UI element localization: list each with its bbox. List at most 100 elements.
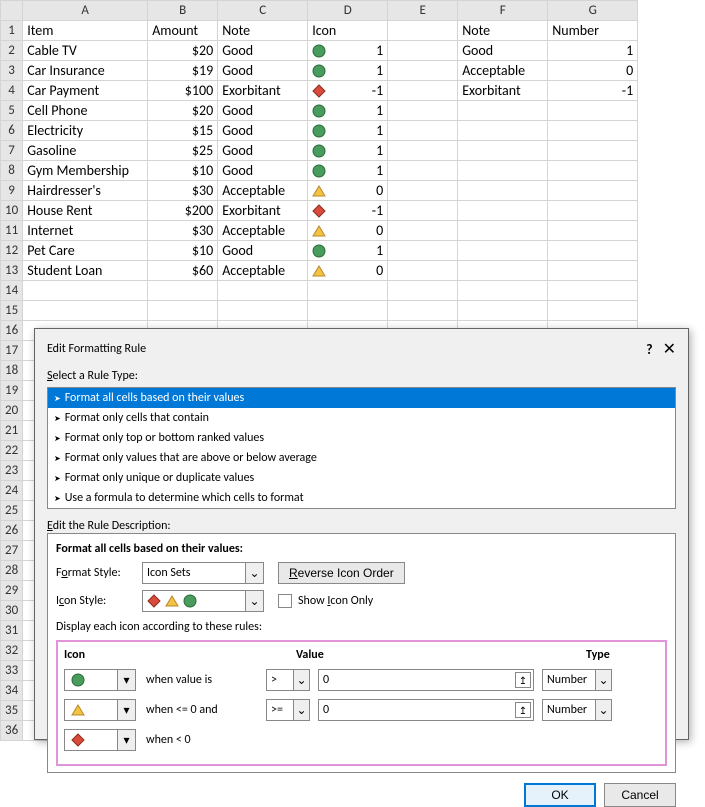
- cell[interactable]: Hairdresser's: [23, 181, 148, 201]
- col-D-header[interactable]: D: [308, 1, 388, 21]
- cell[interactable]: [458, 101, 548, 121]
- cell[interactable]: [388, 181, 458, 201]
- cell[interactable]: 1: [308, 41, 388, 61]
- cell[interactable]: [548, 201, 638, 221]
- cancel-button[interactable]: Cancel: [604, 783, 676, 807]
- row-9-header[interactable]: 9: [1, 181, 23, 201]
- rule-operator-select[interactable]: >=⌄: [266, 699, 310, 721]
- rule-icon-select[interactable]: ▾: [64, 699, 136, 721]
- cell[interactable]: [548, 261, 638, 281]
- cell[interactable]: Good: [218, 121, 308, 141]
- cell[interactable]: Gym Membership: [23, 161, 148, 181]
- cell[interactable]: [458, 241, 548, 261]
- row-17-header[interactable]: 17: [1, 341, 23, 361]
- cell[interactable]: 1: [308, 121, 388, 141]
- cell[interactable]: Electricity: [23, 121, 148, 141]
- rule-type-select[interactable]: Number⌄: [542, 669, 612, 691]
- cell[interactable]: Gasoline: [23, 141, 148, 161]
- rule-type-item[interactable]: Format only values that are above or bel…: [48, 448, 675, 468]
- rule-type-item[interactable]: Format only top or bottom ranked values: [48, 428, 675, 448]
- cell[interactable]: Cable TV: [23, 41, 148, 61]
- cell[interactable]: Acceptable: [458, 61, 548, 81]
- cell[interactable]: [23, 281, 148, 301]
- cell[interactable]: [388, 121, 458, 141]
- cell[interactable]: [458, 121, 548, 141]
- cell[interactable]: [23, 301, 148, 321]
- row-8-header[interactable]: 8: [1, 161, 23, 181]
- col-A-header[interactable]: A: [23, 1, 148, 21]
- cell[interactable]: Acceptable: [218, 181, 308, 201]
- cell[interactable]: [548, 101, 638, 121]
- cell[interactable]: $15: [148, 121, 218, 141]
- rule-type-list[interactable]: Format all cells based on their values F…: [47, 387, 676, 509]
- cell[interactable]: [388, 201, 458, 221]
- cell[interactable]: 1: [548, 41, 638, 61]
- cell[interactable]: $25: [148, 141, 218, 161]
- row-20-header[interactable]: 20: [1, 401, 23, 421]
- col-G-header[interactable]: G: [548, 1, 638, 21]
- row-28-header[interactable]: 28: [1, 561, 23, 581]
- row-14-header[interactable]: 14: [1, 281, 23, 301]
- cell[interactable]: -1: [308, 201, 388, 221]
- rule-type-item[interactable]: Format only unique or duplicate values: [48, 468, 675, 488]
- cell[interactable]: Good: [218, 241, 308, 261]
- close-button[interactable]: ✕: [663, 339, 676, 359]
- row-3-header[interactable]: 3: [1, 61, 23, 81]
- cell[interactable]: 1: [308, 141, 388, 161]
- cell[interactable]: -1: [548, 81, 638, 101]
- cell[interactable]: Acceptable: [218, 221, 308, 241]
- row-31-header[interactable]: 31: [1, 621, 23, 641]
- cell[interactable]: Exorbitant: [218, 81, 308, 101]
- cell[interactable]: [548, 121, 638, 141]
- row-23-header[interactable]: 23: [1, 461, 23, 481]
- cell[interactable]: $30: [148, 221, 218, 241]
- cell[interactable]: [458, 221, 548, 241]
- row-30-header[interactable]: 30: [1, 601, 23, 621]
- cell[interactable]: [148, 301, 218, 321]
- select-all-cell[interactable]: [1, 1, 23, 21]
- cell[interactable]: [548, 161, 638, 181]
- cell[interactable]: $10: [148, 241, 218, 261]
- rule-type-item[interactable]: Format only cells that contain: [48, 408, 675, 428]
- cell[interactable]: Good: [458, 41, 548, 61]
- rule-icon-select[interactable]: ▾: [64, 729, 136, 751]
- row-6-header[interactable]: 6: [1, 121, 23, 141]
- rule-operator-select[interactable]: >⌄: [266, 669, 310, 691]
- cell[interactable]: Note: [218, 21, 308, 41]
- rule-icon-select[interactable]: ▾: [64, 669, 136, 691]
- cell[interactable]: [388, 221, 458, 241]
- cell[interactable]: House Rent: [23, 201, 148, 221]
- cell[interactable]: [548, 141, 638, 161]
- cell[interactable]: 1: [308, 161, 388, 181]
- rule-type-item[interactable]: Use a formula to determine which cells t…: [48, 488, 675, 508]
- cell[interactable]: Good: [218, 41, 308, 61]
- format-style-select[interactable]: Icon Sets ⌄: [142, 562, 264, 584]
- cell[interactable]: [548, 181, 638, 201]
- row-16-header[interactable]: 16: [1, 321, 23, 341]
- cell[interactable]: [548, 221, 638, 241]
- row-27-header[interactable]: 27: [1, 541, 23, 561]
- cell[interactable]: 1: [308, 101, 388, 121]
- cell[interactable]: Number: [548, 21, 638, 41]
- row-10-header[interactable]: 10: [1, 201, 23, 221]
- cell[interactable]: Amount: [148, 21, 218, 41]
- show-icon-only-checkbox[interactable]: [278, 594, 292, 608]
- col-B-header[interactable]: B: [148, 1, 218, 21]
- cell[interactable]: [388, 81, 458, 101]
- row-34-header[interactable]: 34: [1, 681, 23, 701]
- row-25-header[interactable]: 25: [1, 501, 23, 521]
- range-selector-icon[interactable]: ↥: [515, 672, 531, 688]
- cell[interactable]: [308, 301, 388, 321]
- cell[interactable]: $10: [148, 161, 218, 181]
- row-29-header[interactable]: 29: [1, 581, 23, 601]
- cell[interactable]: Car Payment: [23, 81, 148, 101]
- cell[interactable]: 1: [308, 61, 388, 81]
- cell[interactable]: [548, 301, 638, 321]
- cell[interactable]: [218, 281, 308, 301]
- row-19-header[interactable]: 19: [1, 381, 23, 401]
- row-15-header[interactable]: 15: [1, 301, 23, 321]
- cell[interactable]: Icon: [308, 21, 388, 41]
- cell[interactable]: Good: [218, 161, 308, 181]
- cell[interactable]: $20: [148, 41, 218, 61]
- row-5-header[interactable]: 5: [1, 101, 23, 121]
